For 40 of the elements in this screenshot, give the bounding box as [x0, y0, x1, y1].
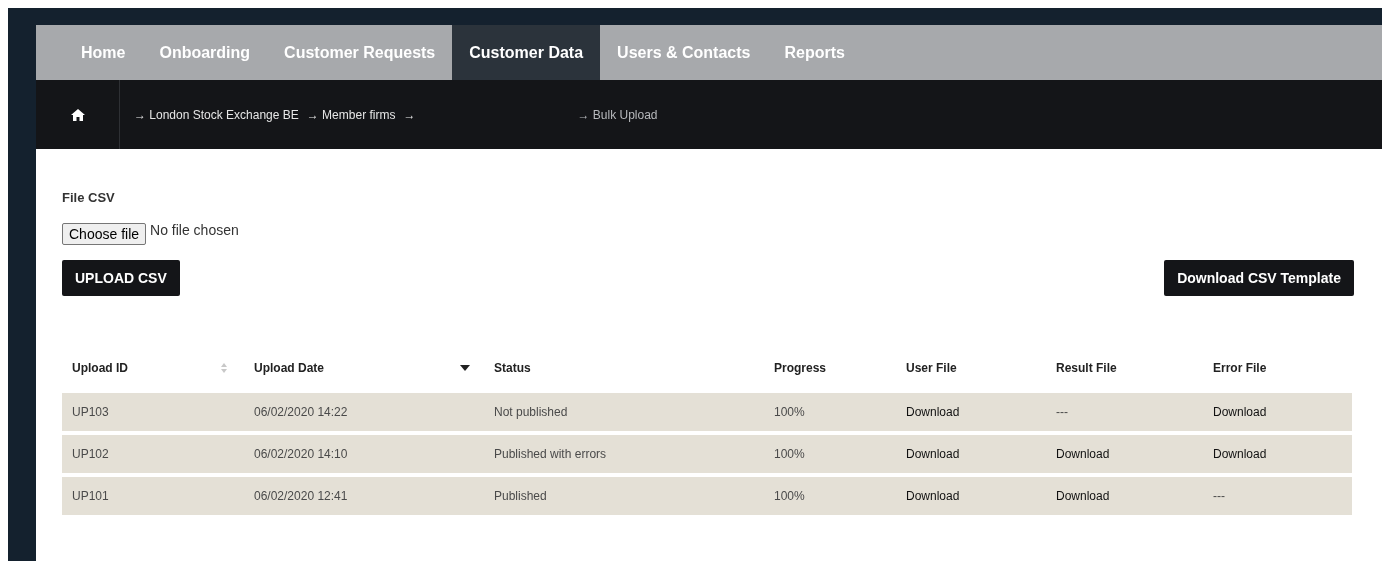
column-header[interactable]: Error File — [1213, 360, 1352, 375]
choose-file-button[interactable]: Choose file — [62, 223, 147, 245]
column-header[interactable]: Progress — [774, 360, 896, 375]
cell-text: Published — [494, 489, 547, 503]
field-label: File CSV — [62, 190, 116, 205]
column-header[interactable]: Status — [494, 360, 764, 375]
cell-text: Published with errors — [494, 447, 607, 461]
cell-text: 06/02/2020 14:10 — [254, 447, 348, 461]
cell-text: 06/02/2020 12:41 — [254, 489, 348, 503]
cell-text: UP103 — [72, 405, 109, 419]
download-link[interactable]: Download — [1213, 405, 1267, 419]
column-header[interactable]: User File — [906, 360, 1046, 375]
download-link[interactable]: Download — [1056, 447, 1110, 461]
cell-text: --- — [1056, 405, 1068, 419]
sort-descending-icon[interactable] — [460, 364, 470, 371]
cell-text: --- — [1213, 489, 1225, 503]
column-header[interactable]: Upload ID — [72, 360, 220, 375]
cell-text: UP101 — [72, 489, 109, 503]
column-header[interactable]: Upload Date — [254, 360, 460, 375]
cell-text: UP102 — [72, 447, 109, 461]
breadcrumb-link[interactable]: → Member firms — [306, 107, 396, 122]
download-link[interactable]: Download — [1056, 489, 1110, 503]
home-icon[interactable] — [70, 108, 85, 121]
download-link[interactable]: Download — [906, 489, 960, 503]
cell-text: 100% — [774, 405, 805, 419]
cell-text: 100% — [774, 489, 805, 503]
breadcrumb-link[interactable]: → — [403, 107, 416, 122]
download-link[interactable]: Download — [906, 447, 960, 461]
download-template-button[interactable]: Download CSV Template — [1164, 260, 1354, 296]
cell-text: 100% — [774, 447, 805, 461]
breadcrumb-current: → Bulk Upload — [577, 107, 658, 122]
file-status: No file chosen — [150, 222, 239, 238]
nav-tab[interactable]: Customer Data — [452, 25, 601, 80]
column-header[interactable]: Result File — [1056, 360, 1203, 375]
download-link[interactable]: Download — [1213, 447, 1267, 461]
upload-button[interactable]: UPLOAD CSV — [62, 260, 180, 296]
cell-text: 06/02/2020 14:22 — [254, 405, 348, 419]
breadcrumb-link[interactable]: → London Stock Exchange BE — [134, 107, 299, 122]
download-link[interactable]: Download — [906, 405, 960, 419]
cell-text: Not published — [494, 405, 568, 419]
